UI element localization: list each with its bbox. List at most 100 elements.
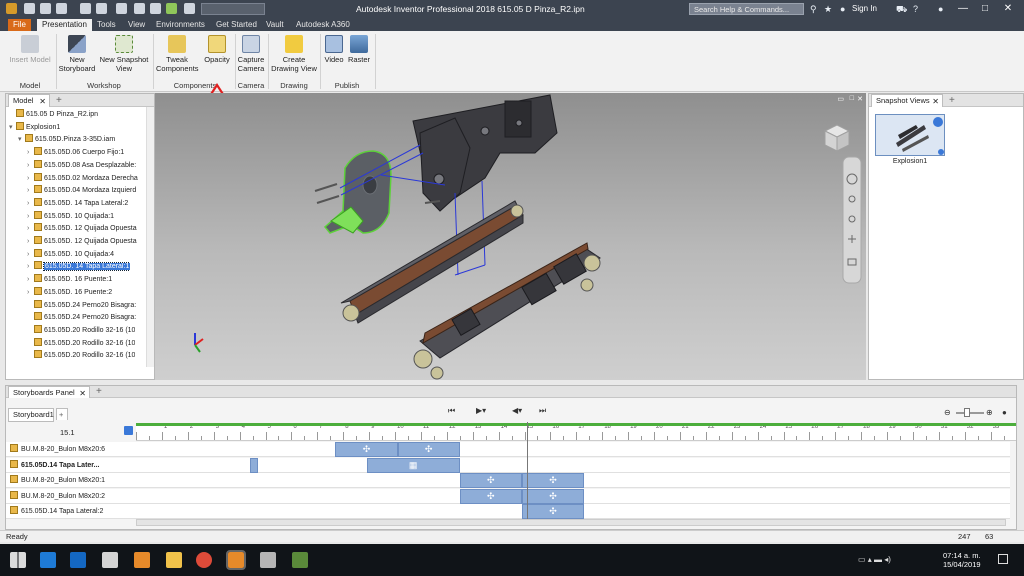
- select-icon[interactable]: [150, 3, 161, 14]
- graphics-viewport[interactable]: ▭ □ ✕: [155, 93, 866, 380]
- tab-get-started[interactable]: Get Started: [211, 19, 262, 31]
- appearance-icon[interactable]: [166, 3, 177, 14]
- expand-chevron-icon[interactable]: ›: [27, 274, 34, 286]
- expand-chevron-icon[interactable]: ›: [27, 287, 34, 299]
- tree-item[interactable]: › 615.05D. 14 Tapa Lateral:2: [6, 197, 128, 211]
- tab-storyboard1[interactable]: Storyboard1: [8, 408, 54, 422]
- save-icon[interactable]: [56, 3, 67, 14]
- insert-model-button[interactable]: Insert Model: [7, 35, 53, 64]
- inventor-icon[interactable]: [134, 552, 150, 568]
- current-time-field[interactable]: 15.1: [10, 426, 130, 440]
- expand-chevron-icon[interactable]: ›: [27, 236, 34, 248]
- tab-vault[interactable]: Vault: [261, 19, 289, 31]
- tree-item[interactable]: › 615.05D. 10 Quijada:1: [6, 210, 114, 224]
- tree-item[interactable]: 615.05D.20 Rodillo 32-16 (10: [6, 350, 135, 363]
- timeline-row[interactable]: 615.05D.14 Tapa Lateral:2 ✣: [6, 504, 1010, 519]
- a360-icon[interactable]: ●: [938, 3, 943, 15]
- timeline-row-name[interactable]: BU.M.8-20_Bulon M8x20:6: [10, 444, 105, 453]
- file-explorer-icon[interactable]: [166, 552, 182, 568]
- windows-start-icon[interactable]: [10, 552, 26, 568]
- cart-icon[interactable]: ⛟: [896, 3, 907, 15]
- timeline-row-name[interactable]: 615.05D.14 Tapa Later...: [10, 459, 99, 469]
- clock[interactable]: 07:14 a. m. 15/04/2019: [943, 551, 981, 569]
- tree-item[interactable]: › 615.05D. 10 Quijada:4: [6, 248, 114, 262]
- expand-chevron-icon[interactable]: ›: [27, 147, 34, 159]
- expand-chevron-icon[interactable]: ›: [27, 249, 34, 261]
- timeline-row[interactable]: BU.M.8-20_Bulon M8x20:2 ✣ ✣: [6, 488, 1010, 504]
- tab-storyboards-panel[interactable]: Storyboards Panel ✕: [8, 386, 90, 398]
- home-icon[interactable]: [116, 3, 127, 14]
- maximize-icon[interactable]: □: [850, 95, 854, 102]
- action-block[interactable]: ✣: [397, 442, 460, 457]
- help-icon[interactable]: ?: [913, 3, 918, 15]
- add-panel-button[interactable]: +: [96, 386, 102, 398]
- opacity-button[interactable]: Opacity: [202, 35, 232, 64]
- expand-chevron-icon[interactable]: ›: [27, 198, 34, 210]
- tree-item[interactable]: ▾ Explosion1: [6, 121, 60, 135]
- tree-item[interactable]: › 615.05D. 16 Puente:1: [6, 274, 112, 287]
- tab-a360[interactable]: Autodesk A360: [291, 19, 355, 31]
- action-block[interactable]: ▦: [366, 457, 460, 473]
- expand-chevron-icon[interactable]: ▾: [9, 122, 16, 134]
- restore-icon[interactable]: ▭: [837, 95, 844, 103]
- inventor-active-icon[interactable]: [226, 550, 246, 570]
- expand-chevron-icon[interactable]: ›: [27, 160, 34, 172]
- new-icon[interactable]: [24, 3, 35, 14]
- minimize-button[interactable]: —: [952, 1, 974, 17]
- redo-icon[interactable]: [96, 3, 107, 14]
- timeline-row[interactable]: BU.M.8-20_Bulon M8x20:6 ✣ ✣: [6, 442, 1010, 457]
- notes-icon[interactable]: [102, 552, 118, 568]
- expand-chevron-icon[interactable]: ›: [27, 173, 34, 185]
- tab-view[interactable]: View: [123, 19, 150, 31]
- tree-item[interactable]: 615.05D.20 Rodillo 32-16 (10: [6, 337, 135, 351]
- tree-item[interactable]: › 615.05D. 12 Quijada Opuesta: [6, 223, 137, 236]
- tweak-components-button[interactable]: Tweak Components: [156, 35, 199, 73]
- action-block[interactable]: ✣: [459, 473, 522, 488]
- tree-item[interactable]: › 615.05D. 14 Tapa Lateral:1: [6, 261, 131, 274]
- close-icon[interactable]: ✕: [39, 96, 46, 108]
- app-icon[interactable]: [292, 552, 308, 568]
- close-button[interactable]: ✕: [997, 1, 1019, 17]
- raster-button[interactable]: Raster: [347, 35, 371, 64]
- tree-item[interactable]: › 615.05D.02 Mordaza Derecha: [6, 172, 138, 186]
- tree-item[interactable]: 615.05D.24 Perno20 Bisagra:: [6, 299, 136, 313]
- tree-item[interactable]: 615.05D.24 Perno20 Bisagra:: [6, 312, 136, 325]
- action-block[interactable]: ✣: [521, 473, 585, 488]
- user-icon[interactable]: ●: [840, 3, 845, 15]
- maximize-button[interactable]: □: [974, 1, 996, 17]
- star-icon[interactable]: ★: [824, 3, 832, 15]
- new-snapshot-view-button[interactable]: New Snapshot View: [99, 35, 149, 73]
- viewport-close-icon[interactable]: ✕: [857, 95, 863, 103]
- tree-item[interactable]: › 615.05D. 12 Quijada Opuesta: [6, 236, 137, 249]
- tree-item[interactable]: › 615.05D. 16 Puente:2: [6, 286, 112, 300]
- chrome-icon[interactable]: [196, 552, 212, 568]
- action-block[interactable]: [249, 457, 258, 473]
- settings-icon[interactable]: [184, 3, 195, 14]
- update-icon[interactable]: [134, 3, 145, 14]
- tab-file[interactable]: File: [8, 19, 31, 31]
- capture-camera-button[interactable]: Capture Camera: [236, 35, 266, 73]
- timeline-scrollbar[interactable]: [136, 519, 1006, 526]
- workspace-dropdown[interactable]: [201, 3, 265, 15]
- timeline-row[interactable]: BU.M.8-20_Bulon M8x20:1 ✣ ✣: [6, 473, 1010, 488]
- expand-chevron-icon[interactable]: ▾: [18, 134, 25, 146]
- action-block[interactable]: ✣: [335, 442, 398, 457]
- outlook-icon[interactable]: [70, 552, 86, 568]
- add-panel-button[interactable]: +: [56, 94, 62, 107]
- sign-in-link[interactable]: Sign In: [852, 4, 877, 13]
- tree-item[interactable]: ▾ 615.05D.Pinza 3-35D.iam: [6, 134, 115, 147]
- video-button[interactable]: Video: [322, 35, 346, 64]
- edge-icon[interactable]: [40, 552, 56, 568]
- tab-snapshot-views[interactable]: Snapshot Views ✕: [871, 94, 943, 107]
- action-block[interactable]: ✣: [459, 488, 522, 504]
- add-storyboard-button[interactable]: +: [56, 408, 68, 420]
- snapshot-thumbnail[interactable]: [875, 114, 945, 156]
- tree-item[interactable]: 615.05D.20 Rodillo 32-16 (10: [6, 324, 135, 338]
- add-panel-button[interactable]: +: [949, 94, 955, 107]
- search-input[interactable]: Search Help & Commands...: [689, 3, 804, 15]
- tab-presentation[interactable]: Presentation: [37, 19, 92, 31]
- timeline-row-name[interactable]: BU.M.8-20_Bulon M8x20:1: [10, 475, 105, 484]
- tab-model[interactable]: Model ✕: [8, 94, 50, 107]
- timeline-row-name[interactable]: 615.05D.14 Tapa Lateral:2: [10, 506, 103, 515]
- tree-scrollbar[interactable]: [146, 107, 154, 367]
